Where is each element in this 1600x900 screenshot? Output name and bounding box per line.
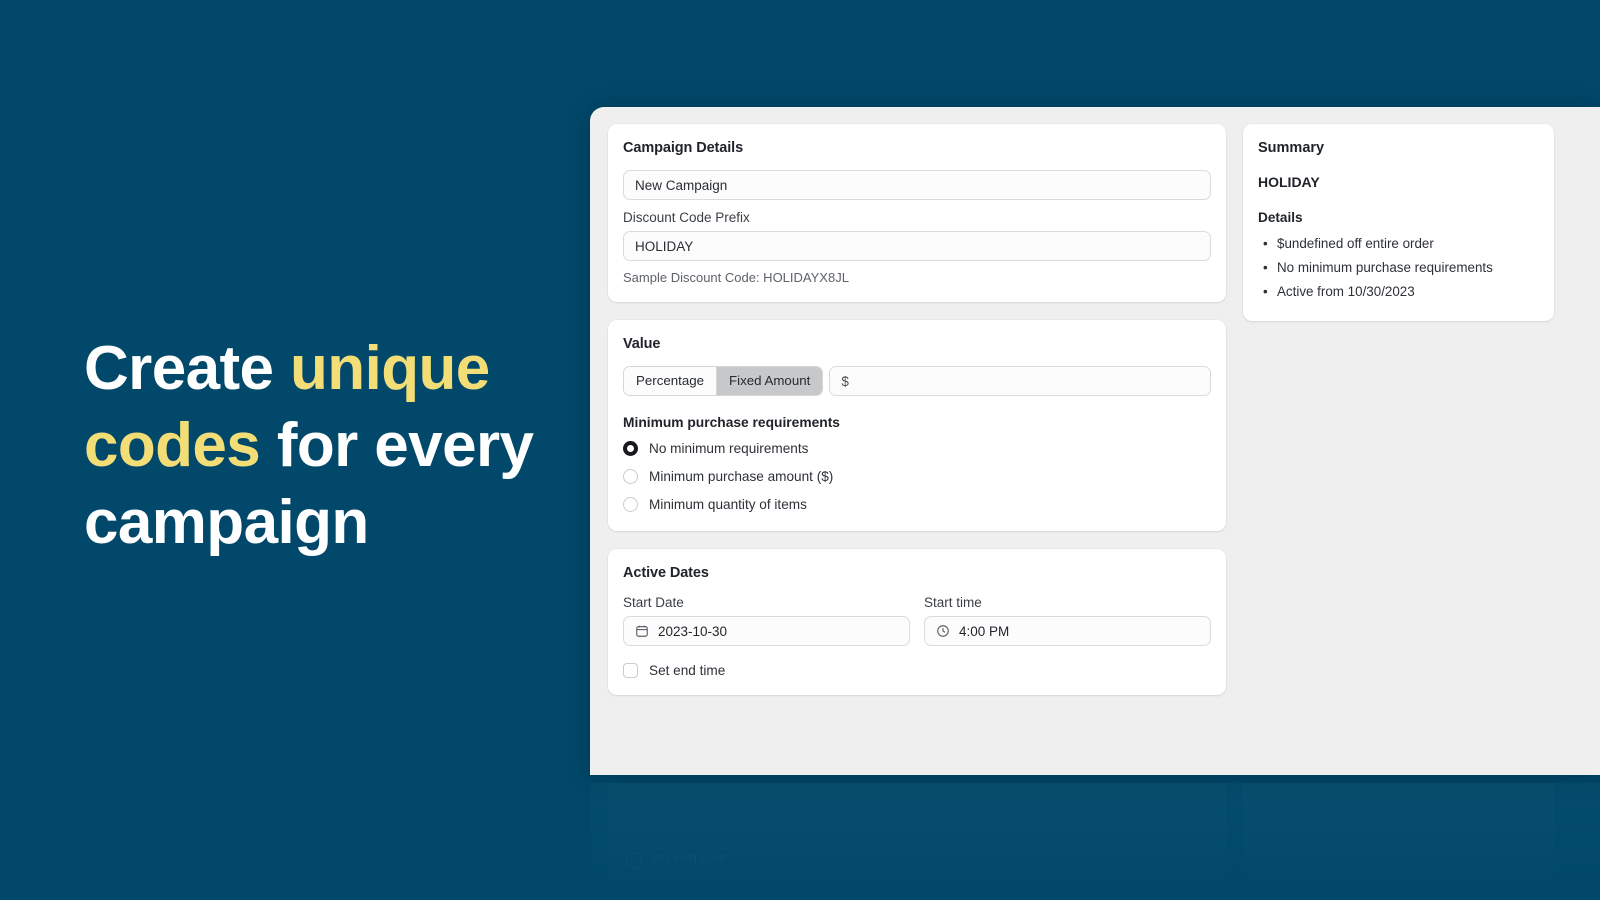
start-time-input[interactable]: 4:00 PM (924, 616, 1211, 646)
value-title: Value (623, 336, 661, 352)
hero-line-1: Create unique (84, 330, 554, 407)
reflection-card: Set end time (608, 783, 1226, 900)
campaign-details-title: Campaign Details (623, 140, 744, 156)
start-date-label: Start Date (623, 595, 684, 610)
radio-minimum-quantity[interactable]: Minimum quantity of items (623, 497, 1211, 512)
active-dates-card: Active Dates Start Date 2023-10-30 Start… (608, 549, 1226, 695)
start-time-column: Start time 4:00 PM (924, 595, 1211, 646)
reflection-checkbox-icon (626, 853, 641, 868)
radio-selected-icon[interactable] (623, 441, 638, 456)
list-item: Active from 10/30/2023 (1258, 280, 1539, 304)
start-time-label: Start time (924, 595, 982, 610)
calendar-icon (635, 624, 649, 638)
side-column: Summary HOLIDAY Details $undefined off e… (1243, 124, 1554, 321)
start-date-column: Start Date 2023-10-30 (623, 595, 910, 646)
main-column: Campaign Details Discount Code Prefix Sa… (608, 124, 1226, 695)
promo-screenshot: Create unique codes for every campaign C… (0, 0, 1600, 900)
panel-reflection: Set end time (590, 783, 1600, 900)
value-type-segmented-control[interactable]: Percentage Fixed Amount (623, 366, 824, 396)
hero-text-create: Create (84, 334, 291, 403)
value-row: Percentage Fixed Amount $ (623, 366, 1211, 396)
radio-minimum-amount[interactable]: Minimum purchase amount ($) (623, 469, 1211, 484)
value-amount-input[interactable]: $ (829, 366, 1211, 396)
panel-content: Campaign Details Discount Code Prefix Sa… (590, 107, 1600, 695)
minimum-purchase-heading: Minimum purchase requirements (623, 415, 840, 430)
hero-text-forevery: for every (260, 411, 534, 480)
set-end-time-row[interactable]: Set end time (623, 663, 1211, 678)
campaign-name-input[interactable] (623, 170, 1211, 200)
summary-title: Summary (1258, 140, 1325, 156)
set-end-time-label: Set end time (649, 663, 726, 678)
reflection-card (1243, 783, 1554, 900)
campaign-details-card: Campaign Details Discount Code Prefix Sa… (608, 124, 1226, 302)
set-end-time-checkbox[interactable] (623, 663, 638, 678)
radio-minimum-amount-label: Minimum purchase amount ($) (649, 469, 834, 484)
clock-icon (936, 624, 950, 638)
hero-text-codes: codes (84, 411, 261, 480)
discount-prefix-label: Discount Code Prefix (623, 210, 750, 225)
start-time-value: 4:00 PM (959, 623, 1010, 639)
summary-code: HOLIDAY (1258, 174, 1320, 190)
segment-fixed-amount[interactable]: Fixed Amount (716, 367, 823, 395)
radio-unselected-icon[interactable] (623, 469, 638, 484)
summary-card: Summary HOLIDAY Details $undefined off e… (1243, 124, 1554, 321)
summary-details-heading: Details (1258, 210, 1303, 225)
dates-grid: Start Date 2023-10-30 Start time 4:00 PM (623, 595, 1211, 646)
reflection-surface (590, 783, 1600, 900)
discount-prefix-input[interactable] (623, 231, 1211, 261)
summary-details-list: $undefined off entire order No minimum p… (1258, 232, 1539, 304)
radio-unselected-icon[interactable] (623, 497, 638, 512)
sample-discount-code: Sample Discount Code: HOLIDAYX8JL (623, 270, 849, 285)
value-card: Value Percentage Fixed Amount $ Minimum … (608, 320, 1226, 531)
list-item: $undefined off entire order (1258, 232, 1539, 256)
start-date-input[interactable]: 2023-10-30 (623, 616, 910, 646)
hero-text-unique: unique (290, 334, 490, 403)
segment-percentage[interactable]: Percentage (624, 367, 717, 395)
reflection-label: Set end time (650, 851, 727, 866)
app-panel: Campaign Details Discount Code Prefix Sa… (590, 107, 1600, 775)
radio-no-minimum[interactable]: No minimum requirements (623, 441, 1211, 456)
list-item: No minimum purchase requirements (1258, 256, 1539, 280)
radio-no-minimum-label: No minimum requirements (649, 441, 809, 456)
reflection-fade-overlay (590, 783, 1600, 900)
reflection-content: Set end time (590, 783, 1600, 900)
radio-minimum-quantity-label: Minimum quantity of items (649, 497, 807, 512)
currency-prefix: $ (841, 373, 849, 389)
hero-headline: Create unique codes for every campaign (84, 330, 554, 561)
hero-line-3: campaign (84, 488, 369, 557)
hero-line-2: codes for every (84, 407, 554, 484)
active-dates-title: Active Dates (623, 565, 709, 581)
start-date-value: 2023-10-30 (658, 623, 728, 639)
